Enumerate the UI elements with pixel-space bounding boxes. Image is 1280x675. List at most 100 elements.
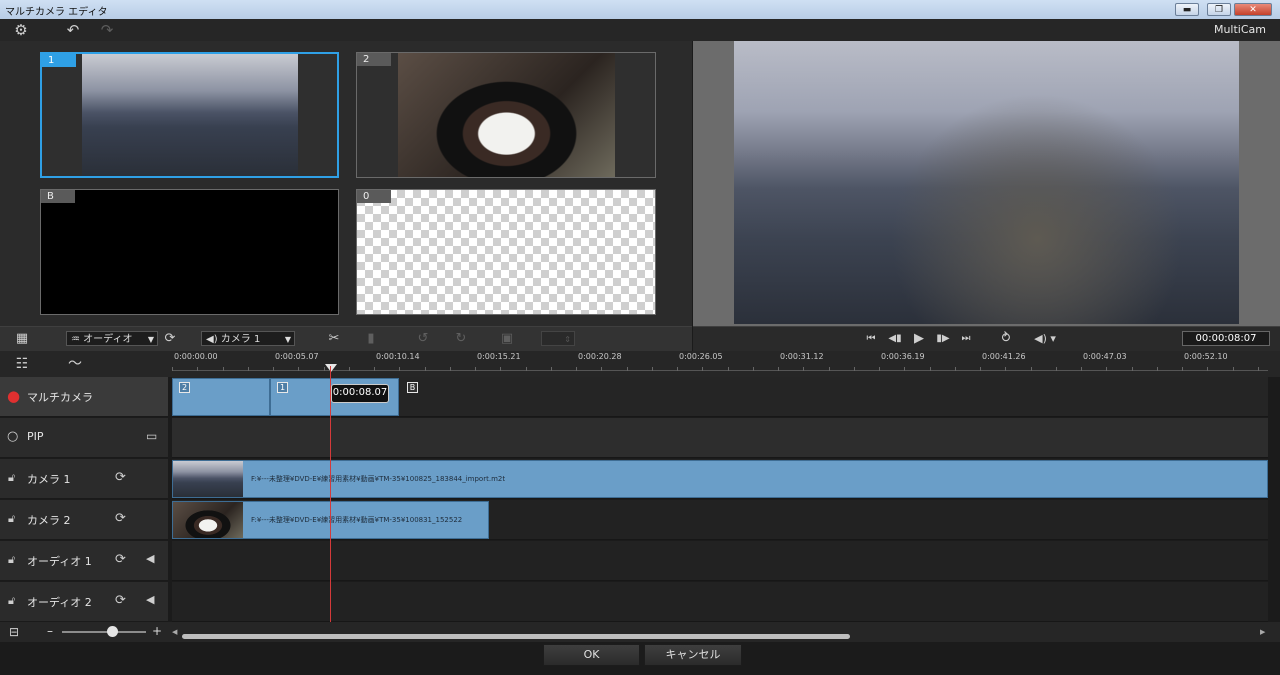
ruler-minor-tick xyxy=(475,367,476,371)
multicam-clip[interactable]: 2 xyxy=(172,378,270,416)
clip-tag[interactable]: B xyxy=(407,382,418,393)
playhead-line[interactable] xyxy=(330,366,331,622)
track-body-camera2[interactable]: F:¥---未整理¥DVD-E¥練習用素材¥動画¥TM-35¥100831_15… xyxy=(172,500,1268,540)
audio-dropdown[interactable]: ♒ オーディオ ▼ xyxy=(66,331,158,346)
ruler-tick-label: 0:00:00.00 xyxy=(174,352,218,361)
gear-icon[interactable]: ⚙ xyxy=(12,21,30,39)
scroll-left-icon[interactable]: ◀ xyxy=(172,628,177,636)
track-body-camera1[interactable]: F:¥---未整理¥DVD-E¥練習用素材¥動画¥TM-35¥100825_18… xyxy=(172,459,1268,499)
sync-icon[interactable]: ⟳ xyxy=(161,330,179,348)
zoom-in-button[interactable]: + xyxy=(152,624,162,638)
sync-icon[interactable]: ⟳ xyxy=(115,593,126,608)
restore-icon: ❐ xyxy=(1214,5,1224,15)
sync-icon[interactable]: ⟳ xyxy=(115,511,126,526)
scissors-icon[interactable]: ✂ xyxy=(325,330,343,348)
ruler-minor-tick xyxy=(550,367,552,371)
ruler-minor-tick xyxy=(954,367,956,371)
ruler-minor-tick xyxy=(1131,367,1133,371)
ruler-minor-tick xyxy=(980,367,981,371)
fit-timeline-icon[interactable]: ⊟ xyxy=(9,625,19,639)
monitor-slot-1[interactable]: 1 xyxy=(40,52,339,178)
preview-video xyxy=(734,41,1239,324)
monitor-slot-b[interactable]: B xyxy=(40,189,339,315)
track-header-audio1[interactable]: 🔓︎ オーディオ 1 ⟳ ◀ xyxy=(0,541,168,581)
track-header-camera2[interactable]: 🔓︎ カメラ 2 ⟳ xyxy=(0,500,168,540)
track-header-audio2[interactable]: 🔓︎ オーディオ 2 ⟳ ◀ xyxy=(0,582,168,622)
rotate-left-icon[interactable]: ↺ xyxy=(414,330,432,348)
track-name: オーディオ 1 xyxy=(27,555,92,568)
go-end-icon[interactable]: ⏭ xyxy=(957,330,975,348)
monitor-slot-2[interactable]: 2 xyxy=(356,52,656,178)
loop-icon[interactable]: ⥁ xyxy=(997,330,1015,348)
playhead-handle[interactable] xyxy=(325,364,337,372)
slot-label: B xyxy=(41,190,75,203)
close-button[interactable]: ✕ xyxy=(1234,3,1272,16)
grid-icon[interactable]: ▦ xyxy=(13,330,31,348)
slot-thumbnail xyxy=(398,53,615,177)
zoom-slider-knob[interactable] xyxy=(107,626,119,637)
ruler-minor-tick xyxy=(298,367,300,371)
rotate-right-icon[interactable]: ↻ xyxy=(452,330,470,348)
timeline-scrollbar[interactable] xyxy=(182,634,850,639)
value-stepper[interactable]: ⇕ xyxy=(541,331,575,346)
zoom-out-button[interactable]: – xyxy=(47,624,53,638)
marker-icon[interactable]: ▮ xyxy=(362,330,380,348)
monitor-slot-0[interactable]: 0 xyxy=(356,189,656,315)
sync-icon[interactable]: ⟳ xyxy=(115,470,126,485)
speaker-icon[interactable]: ◀ xyxy=(146,552,154,565)
record-icon[interactable]: ● xyxy=(7,387,20,405)
scroll-right-icon[interactable]: ▶ xyxy=(1260,628,1265,636)
minimize-button[interactable]: ▬ xyxy=(1175,3,1199,16)
minimize-icon: ▬ xyxy=(1182,5,1192,15)
fit-icon[interactable]: ▣ xyxy=(498,330,516,348)
unlock-icon[interactable]: 🔓︎ xyxy=(8,512,15,526)
go-start-icon[interactable]: ⏮ xyxy=(862,330,880,348)
prev-frame-icon[interactable]: ◀▮ xyxy=(886,330,904,348)
undo-icon[interactable]: ↶ xyxy=(64,21,82,39)
track-body-audio1[interactable] xyxy=(172,541,1268,581)
unlock-icon[interactable]: 🔓︎ xyxy=(8,471,15,485)
stepper-arrows-icon: ⇕ xyxy=(564,335,571,344)
clip-thumbnail xyxy=(173,502,243,538)
ruler-minor-tick xyxy=(197,367,199,371)
play-icon[interactable]: ▶ xyxy=(910,330,928,348)
redo-icon[interactable]: ↷ xyxy=(98,21,116,39)
timecode-display[interactable]: 00:00:08:07 xyxy=(1182,331,1270,346)
ruler-minor-tick xyxy=(424,367,426,371)
next-frame-icon[interactable]: ▮▶ xyxy=(934,330,952,348)
close-icon: ✕ xyxy=(1249,5,1257,15)
ruler-minor-tick xyxy=(1081,367,1082,371)
volume-icon[interactable]: ◀) ▾ xyxy=(1032,330,1058,348)
multicam-monitor-panel: 1 2 B 0 xyxy=(0,41,692,326)
unlock-icon[interactable]: 🔓︎ xyxy=(8,594,15,608)
track-header-camera1[interactable]: 🔓︎ カメラ 1 ⟳ xyxy=(0,459,168,499)
clip-filename: F:¥---未整理¥DVD-E¥練習用素材¥動画¥TM-35¥100831_15… xyxy=(251,516,463,524)
ruler-minor-tick xyxy=(500,367,502,371)
monitor-control-bar: ▦ ♒ オーディオ ▼ ⟳ ◀) カメラ 1 ▼ ✂ ▮ ↺ ↻ ▣ ⇕ xyxy=(0,326,692,351)
track-body-audio2[interactable] xyxy=(172,582,1268,622)
ruler-tick-label: 0:00:31.12 xyxy=(780,352,824,361)
speaker-icon[interactable]: ◀ xyxy=(146,593,154,606)
track-header-multicam[interactable]: ● マルチカメラ xyxy=(0,377,168,417)
ruler-minor-tick xyxy=(1106,367,1108,371)
ruler-tick-label: 0:00:10.14 xyxy=(376,352,420,361)
ruler-minor-tick xyxy=(601,367,603,371)
record-off-icon[interactable]: ○ xyxy=(7,429,18,444)
restore-button[interactable]: ❐ xyxy=(1207,3,1231,16)
ruler-minor-tick xyxy=(803,367,805,371)
track-name: マルチカメラ xyxy=(27,391,93,404)
zoom-slider-track[interactable] xyxy=(62,631,146,633)
sync-icon[interactable]: ⟳ xyxy=(115,552,126,567)
chevron-down-icon: ▼ xyxy=(147,335,154,344)
camera1-clip[interactable]: F:¥---未整理¥DVD-E¥練習用素材¥動画¥TM-35¥100825_18… xyxy=(172,460,1268,498)
pip-icon[interactable]: ▭ xyxy=(146,429,157,443)
unlock-icon[interactable]: 🔓︎ xyxy=(8,553,15,567)
track-body-pip[interactable] xyxy=(172,418,1268,458)
track-list-icon[interactable]: ☷ xyxy=(13,355,31,373)
playback-control-bar: ⏮ ◀▮ ▶ ▮▶ ⏭ ⥁ ◀) ▾ 00:00:08:07 xyxy=(693,326,1280,351)
ok-button[interactable]: OK xyxy=(543,644,640,666)
camera-dropdown[interactable]: ◀) カメラ 1 ▼ xyxy=(201,331,295,346)
track-header-pip[interactable]: ○ PIP ▭ xyxy=(0,418,168,458)
cancel-button[interactable]: キャンセル xyxy=(644,644,742,666)
audio-waveform-icon[interactable]: 〜 xyxy=(66,355,84,373)
